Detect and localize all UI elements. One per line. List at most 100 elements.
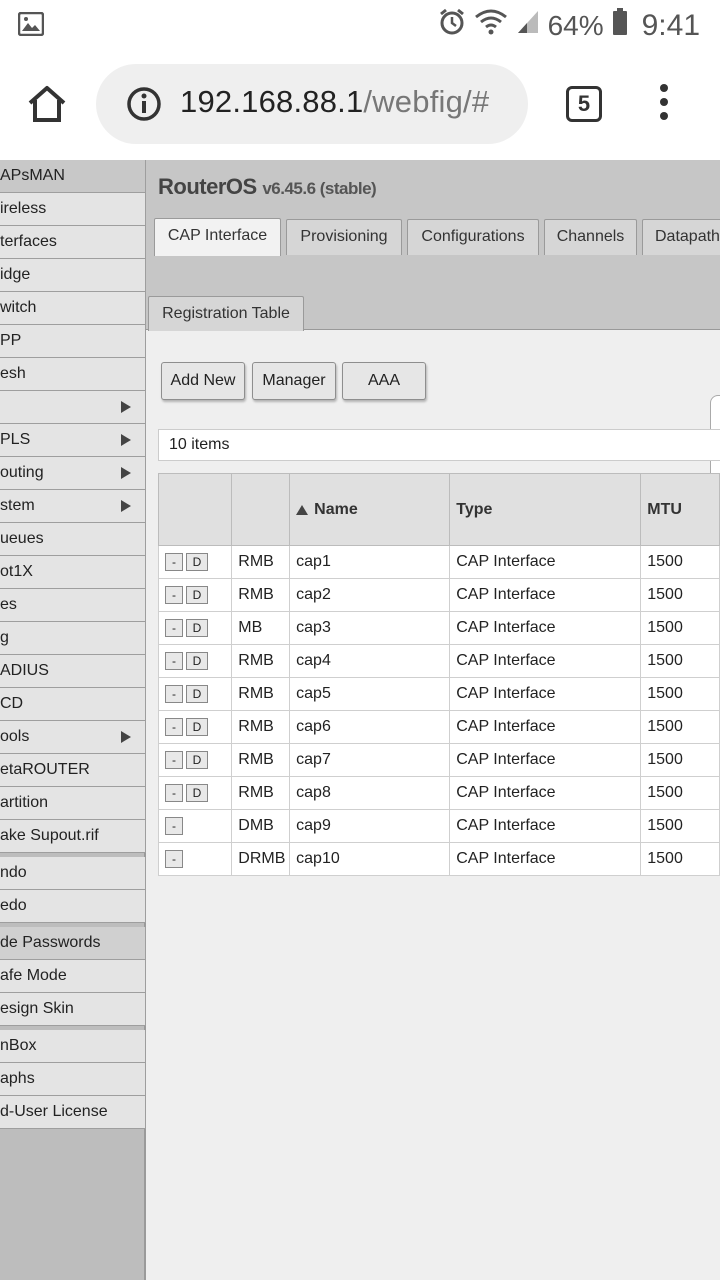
disable-button[interactable]: D [186, 552, 208, 571]
disable-button[interactable]: D [186, 783, 208, 802]
row-mtu: 1500 [640, 644, 720, 678]
table-row[interactable]: - D RMB cap4 CAP Interface 1500 [157, 644, 720, 678]
sidebar-item[interactable]: ireless [0, 193, 146, 226]
tab-datapath[interactable]: Datapath [642, 219, 720, 255]
battery-icon [612, 8, 628, 44]
sidebar-item[interactable]: witch [0, 292, 146, 325]
row-flags: DMB [231, 809, 291, 843]
row-actions: -D [157, 677, 233, 711]
sidebar-item[interactable]: CD [0, 688, 146, 721]
sidebar-item[interactable]: outing [0, 457, 146, 490]
table-row[interactable]: - D MB cap3 CAP Interface 1500 [157, 611, 720, 645]
address-bar[interactable]: 192.168.88.1/webfig/# [96, 64, 528, 144]
row-mtu: 1500 [640, 842, 720, 876]
remove-button[interactable]: - [165, 717, 183, 736]
row-actions: -D [157, 710, 233, 744]
row-name: cap3 [289, 611, 451, 645]
sidebar-item-label: esh [0, 365, 26, 382]
sidebar-item-label: witch [0, 299, 37, 316]
row-flags: RMB [231, 776, 291, 810]
remove-button[interactable]: - [165, 783, 183, 802]
column-header-type[interactable]: Type [449, 473, 642, 546]
sidebar-item[interactable]: esh [0, 358, 146, 391]
table-row[interactable]: - D RMB cap8 CAP Interface 1500 [157, 776, 720, 810]
sidebar-item[interactable]: afe Mode [0, 960, 146, 993]
disable-button[interactable]: D [186, 750, 208, 769]
sidebar-item[interactable]: edo [0, 890, 146, 923]
sidebar-item[interactable]: APsMAN [0, 160, 146, 193]
disable-button[interactable]: D [186, 585, 208, 604]
tab-cap-interface[interactable]: CAP Interface [154, 218, 281, 256]
info-icon[interactable] [126, 86, 162, 127]
sidebar-item[interactable]: PLS [0, 424, 146, 457]
disable-button[interactable]: D [186, 717, 208, 736]
sidebar-item-label: PP [0, 332, 22, 349]
column-header-name[interactable]: Name [289, 473, 451, 546]
table-row[interactable]: - D RMB cap1 CAP Interface 1500 [157, 545, 720, 579]
sidebar-item[interactable]: stem [0, 490, 146, 523]
remove-button[interactable]: - [165, 750, 183, 769]
row-actions: -D [157, 644, 233, 678]
sidebar-item[interactable]: ueues [0, 523, 146, 556]
tab-provisioning[interactable]: Provisioning [286, 219, 402, 255]
sidebar-item[interactable]: g [0, 622, 146, 655]
table-row[interactable]: - D RMB cap6 CAP Interface 1500 [157, 710, 720, 744]
table-row[interactable]: - DMB cap9 CAP Interface 1500 [157, 809, 720, 843]
overflow-menu-icon[interactable] [654, 84, 674, 124]
tab-configurations[interactable]: Configurations [407, 219, 539, 255]
remove-button[interactable]: - [165, 618, 183, 637]
column-header-mtu[interactable]: MTU [640, 473, 720, 546]
sidebar-item[interactable]: artition [0, 787, 146, 820]
row-mtu: 1500 [640, 776, 720, 810]
sidebar-item-label: etaROUTER [0, 761, 90, 778]
row-name: cap8 [289, 776, 451, 810]
disable-button[interactable]: D [186, 651, 208, 670]
manager-button[interactable]: Manager [252, 362, 336, 400]
sidebar-item[interactable]: aphs [0, 1063, 146, 1096]
disable-button[interactable]: D [186, 618, 208, 637]
sidebar-item-label: ot1X [0, 563, 33, 580]
sidebar-item[interactable]: ot1X [0, 556, 146, 589]
sidebar-item[interactable]: esign Skin [0, 993, 146, 1026]
remove-button[interactable]: - [165, 849, 183, 868]
table-row[interactable]: - DRMB cap10 CAP Interface 1500 [157, 842, 720, 876]
sidebar-item-label: ndo [0, 864, 27, 881]
battery-percent: 64% [547, 10, 604, 41]
remove-button[interactable]: - [165, 816, 183, 835]
tab-switcher-button[interactable]: 5 [566, 86, 602, 122]
sidebar-item[interactable]: de Passwords [0, 927, 146, 960]
sidebar-item-label: es [0, 596, 17, 613]
remove-button[interactable]: - [165, 552, 183, 571]
disable-button[interactable]: D [186, 684, 208, 703]
table-row[interactable]: - D RMB cap7 CAP Interface 1500 [157, 743, 720, 777]
remove-button[interactable]: - [165, 585, 183, 604]
tab-registration-table[interactable]: Registration Table [148, 296, 304, 332]
sidebar-item[interactable]: ADIUS [0, 655, 146, 688]
sidebar-item[interactable]: d-User License [0, 1096, 146, 1129]
sidebar-item[interactable]: terfaces [0, 226, 146, 259]
row-flags: DRMB [231, 842, 291, 876]
tab-channels[interactable]: Channels [544, 219, 637, 255]
sidebar-item[interactable] [0, 391, 146, 424]
remove-button[interactable]: - [165, 651, 183, 670]
home-icon[interactable] [26, 84, 68, 129]
sidebar-item-label: ools [0, 728, 30, 745]
column-header-name-label: Name [314, 500, 358, 518]
add-new-button[interactable]: Add New [161, 362, 245, 400]
table-row[interactable]: - D RMB cap2 CAP Interface 1500 [157, 578, 720, 612]
remove-button[interactable]: - [165, 684, 183, 703]
sidebar-item[interactable]: ools [0, 721, 146, 754]
aaa-button[interactable]: AAA [342, 362, 426, 400]
table-row[interactable]: - D RMB cap5 CAP Interface 1500 [157, 677, 720, 711]
sidebar-item[interactable]: ndo [0, 857, 146, 890]
row-mtu: 1500 [640, 677, 720, 711]
row-flags: RMB [231, 743, 291, 777]
sidebar-item[interactable]: etaROUTER [0, 754, 146, 787]
row-type: CAP Interface [449, 710, 642, 744]
gallery-notification-icon [17, 11, 45, 41]
sidebar-item[interactable]: ake Supout.rif [0, 820, 146, 853]
sidebar-item[interactable]: es [0, 589, 146, 622]
sidebar-item[interactable]: nBox [0, 1030, 146, 1063]
sidebar-item[interactable]: idge [0, 259, 146, 292]
sidebar-item[interactable]: PP [0, 325, 146, 358]
